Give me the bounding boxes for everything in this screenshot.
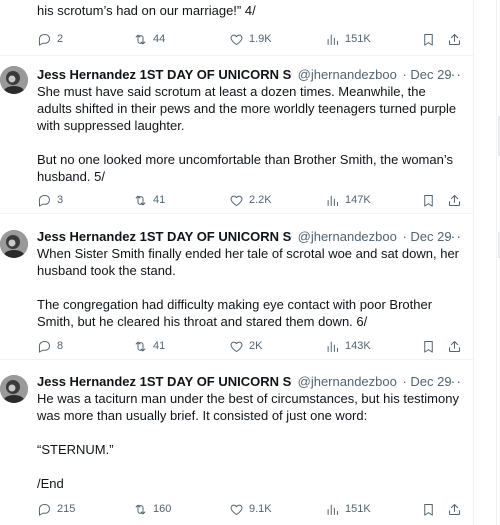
reply-button[interactable]: 2 — [37, 30, 63, 48]
repost-button[interactable]: 41 — [133, 191, 165, 209]
repost-button[interactable]: 41 — [133, 337, 165, 355]
share-button[interactable] — [447, 191, 462, 209]
user-handle[interactable]: @jhernandezboo — [298, 373, 397, 391]
bookmark-button[interactable] — [421, 500, 436, 518]
view-count: 147K — [345, 194, 371, 206]
repost-icon — [135, 504, 146, 514]
like-count: 2K — [249, 340, 263, 352]
repost-icon — [135, 195, 146, 205]
repost-button[interactable]: 160 — [133, 500, 171, 518]
more-options-icon[interactable]: ··· — [445, 228, 462, 244]
tweet-header: Jess Hernandez 1ST DAY OF UNICORN SCHOOL… — [37, 228, 462, 246]
reply-count: 3 — [57, 194, 64, 206]
bookmark-button[interactable] — [421, 30, 436, 48]
share-button[interactable] — [447, 500, 462, 518]
column-divider — [496, 0, 497, 525]
share-icon — [449, 33, 460, 45]
views-button[interactable]: 143K — [325, 337, 371, 355]
repost-count: 44 — [153, 33, 166, 45]
user-handle[interactable]: @jhernandezboo — [298, 228, 397, 246]
reply-icon — [38, 194, 50, 207]
bookmark-icon — [424, 194, 433, 207]
tweet[interactable]: his scrotum’s had on our marriage!” 4/ 2… — [0, 0, 473, 56]
repost-icon — [135, 34, 146, 44]
tweet-actions: 3 41 2.2K 147K — [37, 191, 462, 209]
bookmark-icon — [424, 340, 433, 353]
like-count: 2.2K — [249, 194, 272, 206]
reply-button[interactable]: 215 — [37, 500, 75, 518]
tweet-text: He was a taciturn man under the best of … — [37, 391, 459, 491]
analytics-icon — [327, 341, 338, 352]
heart-icon — [230, 504, 243, 515]
tweet-actions: 2 44 1.9K 151K — [37, 30, 462, 48]
analytics-icon — [327, 504, 338, 515]
share-icon — [449, 340, 460, 352]
like-count: 1.9K — [249, 33, 272, 45]
timeline-feed: his scrotum’s had on our marriage!” 4/ 2… — [0, 0, 474, 525]
display-name[interactable]: Jess Hernandez 1ST DAY OF UNICORN SCHOOL — [37, 66, 292, 84]
bookmark-button[interactable] — [421, 337, 436, 355]
avatar[interactable] — [0, 375, 28, 403]
reply-icon — [38, 503, 50, 516]
like-button[interactable]: 9.1K — [229, 500, 272, 518]
display-name[interactable]: Jess Hernandez 1ST DAY OF UNICORN SCHOOL — [37, 373, 292, 391]
like-button[interactable]: 1.9K — [229, 30, 272, 48]
tweet[interactable]: Jess Hernandez 1ST DAY OF UNICORN SCHOOL… — [0, 214, 473, 360]
reply-count: 2 — [57, 33, 64, 45]
avatar[interactable] — [0, 66, 28, 94]
tweet-text: When Sister Smith finally ended her tale… — [37, 246, 459, 329]
views-button[interactable]: 151K — [325, 30, 371, 48]
bookmark-button[interactable] — [421, 191, 436, 209]
tweet-header: Jess Hernandez 1ST DAY OF UNICORN SCHOOL… — [37, 373, 462, 391]
repost-button[interactable]: 44 — [133, 30, 165, 48]
like-button[interactable]: 2K — [229, 337, 262, 355]
bookmark-icon — [424, 33, 433, 46]
view-count: 151K — [345, 33, 371, 45]
avatar[interactable] — [0, 230, 28, 258]
heart-icon — [230, 195, 243, 206]
display-name[interactable]: Jess Hernandez 1ST DAY OF UNICORN SCHOOL — [37, 228, 292, 246]
share-button[interactable] — [447, 30, 462, 48]
heart-icon — [230, 34, 243, 45]
repost-count: 41 — [153, 340, 166, 352]
more-options-icon[interactable]: ··· — [445, 66, 462, 82]
like-count: 9.1K — [249, 503, 272, 515]
repost-icon — [135, 341, 146, 351]
tweet-text: his scrotum’s had on our marriage!” 4/ — [37, 3, 256, 18]
reply-icon — [38, 33, 50, 46]
heart-icon — [230, 341, 243, 352]
like-button[interactable]: 2.2K — [229, 191, 272, 209]
tweet-text: She must have said scrotum at least a do… — [37, 84, 457, 184]
right-sidebar-edge — [474, 0, 500, 525]
tweet-actions: 8 41 2K 143K — [37, 337, 462, 355]
user-handle[interactable]: @jhernandezboo — [298, 66, 397, 84]
tweet[interactable]: Jess Hernandez 1ST DAY OF UNICORN SCHOOL… — [0, 360, 473, 525]
share-icon — [449, 194, 460, 206]
views-button[interactable]: 151K — [325, 500, 371, 518]
reply-count: 215 — [57, 503, 76, 515]
bookmark-icon — [424, 503, 433, 516]
repost-count: 160 — [153, 503, 172, 515]
more-options-icon[interactable]: ··· — [445, 373, 462, 389]
reply-button[interactable]: 8 — [37, 337, 63, 355]
reply-count: 8 — [57, 340, 64, 352]
analytics-icon — [327, 195, 338, 206]
view-count: 151K — [345, 503, 371, 515]
repost-count: 41 — [153, 194, 166, 206]
tweet-actions: 215 160 9.1K 151K — [37, 500, 462, 518]
reply-icon — [38, 340, 50, 353]
analytics-icon — [327, 34, 338, 45]
tweet-header: Jess Hernandez 1ST DAY OF UNICORN SCHOOL… — [37, 66, 462, 84]
reply-button[interactable]: 3 — [37, 191, 63, 209]
share-button[interactable] — [447, 337, 462, 355]
share-icon — [449, 503, 460, 515]
view-count: 143K — [345, 340, 371, 352]
tweet[interactable]: Jess Hernandez 1ST DAY OF UNICORN SCHOOL… — [0, 56, 473, 214]
views-button[interactable]: 147K — [325, 191, 371, 209]
